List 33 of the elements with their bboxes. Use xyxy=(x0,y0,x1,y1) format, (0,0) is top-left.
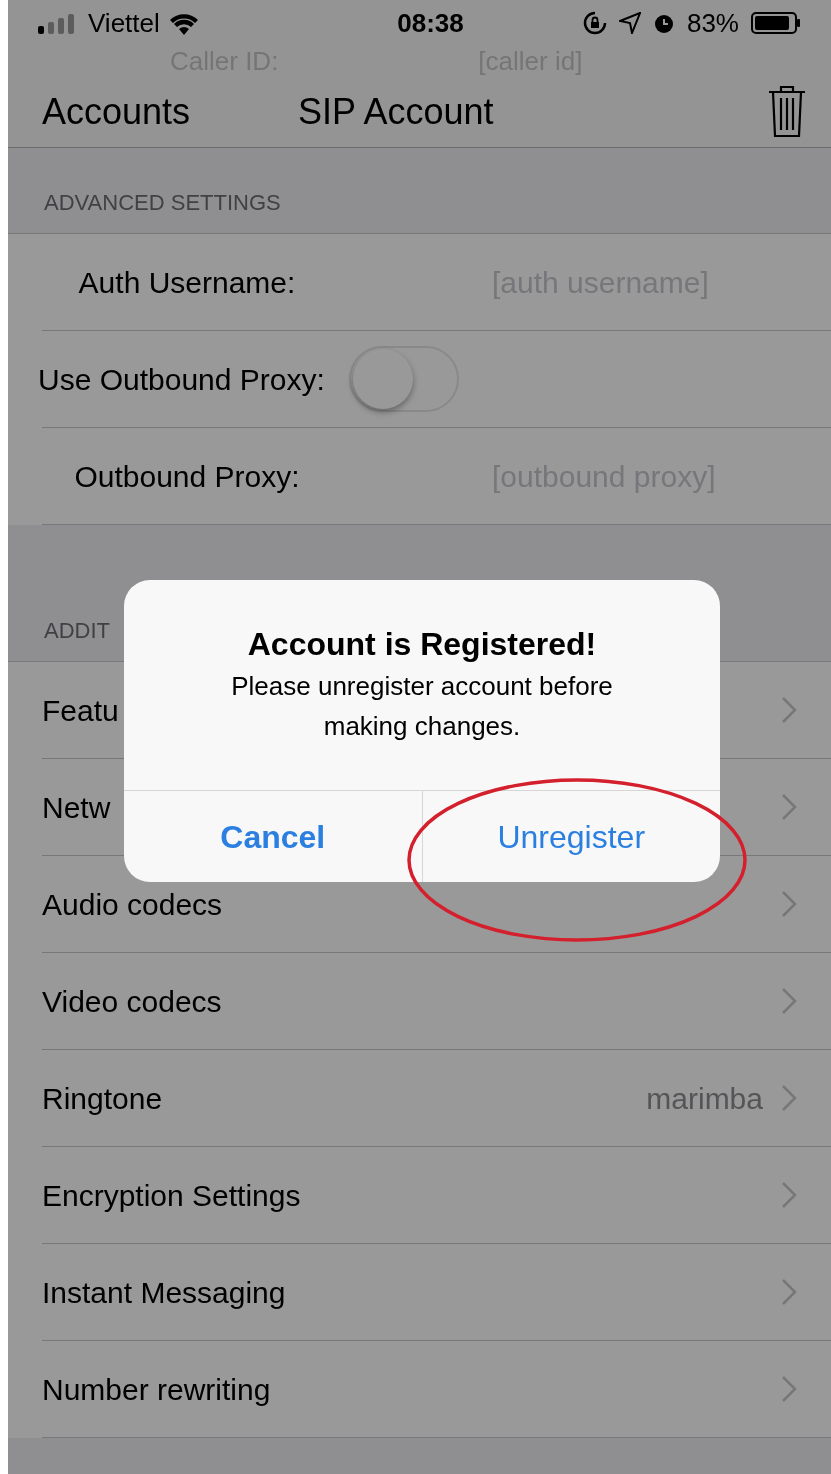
menu-item-label[interactable]: Number rewriting xyxy=(42,1366,781,1412)
status-time: 08:38 xyxy=(396,6,465,40)
menu-item-value: marimba xyxy=(646,1080,763,1117)
chevron-icon xyxy=(781,1375,797,1403)
chevron-icon xyxy=(781,987,797,1015)
back-button[interactable]: Accounts xyxy=(42,84,191,139)
chevron-icon xyxy=(781,1278,797,1306)
orientation-lock-icon xyxy=(582,11,607,35)
menu-item-label[interactable]: Encryption Settings xyxy=(42,1172,781,1218)
chevron-icon xyxy=(781,793,797,821)
switch-label: Use Outbound Proxy: xyxy=(38,361,325,398)
menu-item-label[interactable]: Instant Messaging xyxy=(42,1269,781,1315)
chevron-icon xyxy=(781,696,797,724)
field-label: Outbound Proxy: xyxy=(73,458,301,495)
alert-button[interactable]: Cancel xyxy=(124,791,422,882)
section-header: ADDIT xyxy=(44,617,110,645)
field-label: Auth Username: xyxy=(77,264,297,301)
chevron-icon xyxy=(781,1181,797,1209)
section-header: ADVANCED SETTINGS xyxy=(44,189,281,217)
alert-title: Account is Registered! xyxy=(247,625,597,664)
location-arrow-icon xyxy=(618,12,641,34)
alert-message: Please unregister account before making changes. xyxy=(230,670,614,743)
battery-percent: 83% xyxy=(686,6,739,40)
chevron-icon xyxy=(781,1084,797,1112)
alarm-icon xyxy=(652,12,675,34)
menu-item-label[interactable]: Video codecs xyxy=(42,978,781,1024)
nav-title: SIP Account xyxy=(298,89,494,134)
trash-icon[interactable] xyxy=(767,83,807,140)
carrier-name: Viettel xyxy=(88,6,160,40)
chevron-icon xyxy=(781,890,797,918)
battery-icon xyxy=(751,11,801,35)
menu-item-label[interactable]: Audio codecs xyxy=(42,881,781,927)
menu-item-label[interactable]: Ringtone xyxy=(42,1075,647,1121)
